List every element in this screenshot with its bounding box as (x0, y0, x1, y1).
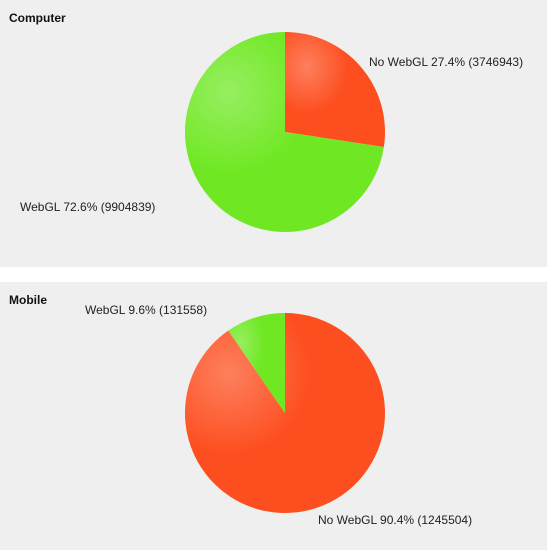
slice-label-no-webgl: No WebGL 27.4% (3746943) (369, 55, 523, 69)
computer-chart-panel: Computer No WebGL 27.4% (3746943) WebGL 7… (0, 0, 547, 267)
computer-pie-chart: No WebGL 27.4% (3746943) WebGL 72.6% (990… (20, 32, 523, 232)
slice-label-no-webgl: No WebGL 90.4% (1245504) (318, 513, 472, 527)
slice-label-webgl: WebGL 9.6% (131558) (85, 303, 207, 317)
slice-highlight (285, 32, 385, 148)
mobile-chart-panel: Mobile No WebGL 90.4% (1245504) WebGL 9.6… (0, 282, 547, 550)
mobile-pie-chart: No WebGL 90.4% (1245504) WebGL 9.6% (1315… (85, 303, 472, 527)
slice-label-webgl: WebGL 72.6% (9904839) (20, 200, 155, 214)
pie-slice-no-webgl (285, 32, 385, 148)
